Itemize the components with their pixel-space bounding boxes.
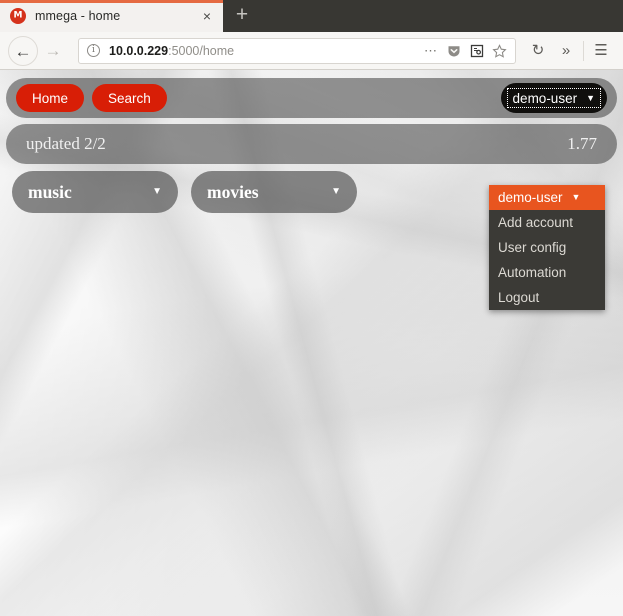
toolbar-divider bbox=[583, 40, 584, 61]
menu-item-logout[interactable]: Logout bbox=[489, 285, 605, 310]
tab-strip: mmega - home × + bbox=[0, 0, 623, 32]
chevron-down-icon: ▼ bbox=[571, 192, 581, 202]
select-movies-label: movies bbox=[207, 181, 259, 202]
url-bar-icons: ⋯ bbox=[419, 40, 511, 62]
user-menu-label: demo-user bbox=[512, 90, 578, 106]
select-music-label: music bbox=[28, 181, 72, 202]
updated-label: updated 2/2 bbox=[26, 134, 106, 153]
menu-item-user-config[interactable]: User config bbox=[489, 235, 605, 260]
close-tab-icon[interactable]: × bbox=[197, 6, 217, 26]
url-bar[interactable]: i 10.0.0.229:5000/home ⋯ bbox=[78, 37, 516, 64]
menu-item-label: Automation bbox=[498, 265, 567, 280]
url-host: 10.0.0.229 bbox=[109, 43, 169, 58]
back-button[interactable]: ← bbox=[8, 35, 38, 66]
status-bar: updated 2/2 1.77 bbox=[6, 124, 617, 164]
menu-item-demo-user[interactable]: demo-user ▼ bbox=[489, 185, 605, 210]
select-movies[interactable]: movies ▼ bbox=[191, 171, 357, 213]
size-value: 1.77 bbox=[567, 134, 597, 153]
menu-item-label: Add account bbox=[498, 215, 574, 230]
reader-view-icon[interactable] bbox=[465, 40, 488, 62]
user-menu-button[interactable]: demo-user ▼ bbox=[500, 83, 607, 113]
tab-mmega-home[interactable]: mmega - home × bbox=[0, 0, 223, 32]
app-navigation-bar: Home Search demo-user ▼ bbox=[6, 78, 617, 118]
bookmark-star-icon[interactable] bbox=[488, 40, 511, 62]
menu-item-label: Logout bbox=[498, 290, 540, 305]
overflow-chevrons-icon[interactable]: » bbox=[552, 37, 580, 65]
chevron-down-icon: ▼ bbox=[586, 92, 595, 103]
url-path: :5000/home bbox=[168, 43, 235, 58]
menu-item-automation[interactable]: Automation bbox=[489, 260, 605, 285]
reload-icon[interactable]: ↻ bbox=[524, 37, 552, 65]
browser-window: mmega - home × + ← → i 10.0.0.229:5000/h… bbox=[0, 0, 623, 616]
search-button[interactable]: Search bbox=[92, 84, 167, 112]
site-info-icon[interactable]: i bbox=[87, 44, 100, 57]
hamburger-menu-icon[interactable]: ☰ bbox=[587, 37, 615, 65]
home-button[interactable]: Home bbox=[16, 84, 85, 112]
menu-item-label: User config bbox=[498, 240, 567, 255]
page-actions-icon[interactable]: ⋯ bbox=[419, 40, 442, 62]
menu-item-add-account[interactable]: Add account bbox=[489, 210, 605, 235]
chevron-down-icon: ▼ bbox=[152, 186, 162, 197]
new-tab-button[interactable]: + bbox=[223, 0, 261, 32]
tab-title: mmega - home bbox=[35, 9, 121, 23]
select-music[interactable]: music ▼ bbox=[12, 171, 178, 213]
user-dropdown-menu: demo-user ▼ Add account User config Auto… bbox=[489, 185, 605, 310]
toolbar-right: ↻ » ☰ bbox=[524, 37, 615, 65]
url-text: 10.0.0.229:5000/home bbox=[109, 44, 419, 58]
pocket-icon[interactable] bbox=[442, 40, 465, 62]
chevron-down-icon: ▼ bbox=[331, 186, 341, 197]
menu-item-label: demo-user bbox=[498, 190, 563, 205]
page-viewport: Home Search demo-user ▼ updated 2/2 1.77… bbox=[0, 70, 623, 616]
forward-button[interactable]: → bbox=[38, 36, 68, 66]
mmega-favicon-icon bbox=[10, 8, 26, 24]
navigation-toolbar: ← → i 10.0.0.229:5000/home ⋯ ↻ » ☰ bbox=[0, 32, 623, 70]
